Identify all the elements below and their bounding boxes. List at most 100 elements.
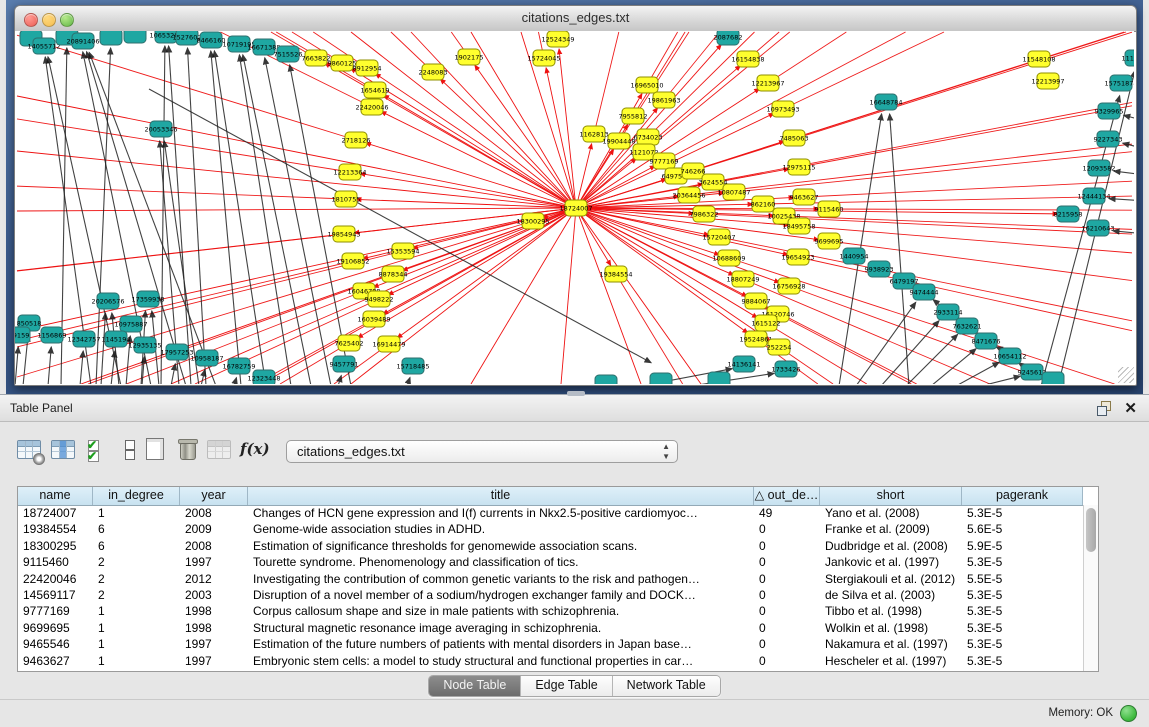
close-panel-icon[interactable]: ✕ (1124, 399, 1137, 417)
graph-node[interactable]: 2933114 (934, 304, 963, 320)
citation-edge-black[interactable] (1114, 171, 1134, 175)
graph-node[interactable] (124, 31, 146, 43)
table-cell[interactable]: 0 (754, 653, 820, 669)
column-header-out_de[interactable]: △ out_de… (754, 487, 820, 505)
graph-node[interactable]: 14136141 (727, 356, 760, 372)
citation-edge-black[interactable] (15, 347, 18, 384)
graph-node[interactable]: 19384554 (599, 266, 632, 282)
table-cell[interactable]: 0 (754, 620, 820, 636)
graph-node[interactable]: 9115460 (815, 201, 844, 217)
graph-node[interactable]: 252254 (767, 339, 792, 355)
graph-node[interactable]: 7955812 (619, 108, 648, 124)
graph-node[interactable]: 7986322 (690, 206, 719, 222)
graph-node[interactable]: 19654923 (781, 249, 814, 265)
table-cell[interactable]: Nakamura et al. (1997) (820, 636, 962, 652)
table-cell[interactable]: 5.3E-5 (962, 620, 1083, 636)
network-canvas[interactable]: 1872400718300295193845547663822986012589… (15, 31, 1134, 384)
table-cell[interactable]: 0 (754, 521, 820, 537)
table-cell[interactable]: 9465546 (18, 636, 93, 652)
graph-node[interactable]: 15751874 (1104, 75, 1134, 91)
table-cell[interactable]: 1998 (180, 603, 248, 619)
table-cell[interactable]: 5.3E-5 (962, 636, 1083, 652)
tab-node-table[interactable]: Node Table (429, 676, 521, 696)
tab-edge-table[interactable]: Edge Table (521, 676, 612, 696)
citation-edge-black[interactable] (201, 370, 205, 384)
graph-node[interactable] (708, 372, 730, 384)
table-row[interactable]: 969969511998Structural magnetic resonanc… (18, 620, 1083, 636)
table-cell[interactable]: Tibbo et al. (1998) (820, 603, 962, 619)
graph-node[interactable]: 1615122 (752, 315, 781, 331)
table-cell[interactable]: 5.3E-5 (962, 653, 1083, 669)
table-settings-icon[interactable] (16, 436, 44, 464)
graph-node[interactable]: 16914479 (372, 336, 405, 352)
table-cell[interactable]: 1 (93, 603, 180, 619)
table-cell[interactable]: Wolkin et al. (1998) (820, 620, 962, 636)
table-cell[interactable]: 5.6E-5 (962, 521, 1083, 537)
citation-edge-black[interactable] (149, 89, 651, 363)
graph-node[interactable]: 1810755 (332, 191, 361, 207)
citation-edge-black[interactable] (239, 55, 291, 384)
create-new-table-icon[interactable] (142, 436, 170, 464)
clear-selection-icon[interactable] (116, 436, 144, 464)
graph-node[interactable]: 7663822 (302, 50, 331, 66)
graph-node[interactable]: 16154838 (731, 51, 764, 67)
citation-edge-red[interactable] (356, 199, 576, 208)
graph-node[interactable] (100, 31, 122, 45)
table-cell[interactable]: 14569117 (18, 587, 93, 603)
graph-node[interactable]: 1440954 (840, 248, 869, 264)
graph-node[interactable]: 1117195 (1122, 50, 1134, 66)
table-row[interactable]: 911546021997Tourette syndrome. Phenomeno… (18, 554, 1083, 570)
citation-edge-black[interactable] (691, 373, 774, 384)
graph-node[interactable]: 2248083 (419, 64, 448, 80)
citation-edge-black[interactable] (956, 362, 999, 384)
graph-node[interactable] (650, 373, 672, 384)
graph-node[interactable]: 746266 (681, 163, 706, 179)
table-cell[interactable]: 2012 (180, 571, 248, 587)
table-cell[interactable]: 0 (754, 603, 820, 619)
tab-network-table[interactable]: Network Table (613, 676, 720, 696)
graph-node[interactable]: 20053346 (144, 121, 177, 137)
function-builder-icon[interactable]: f(x) (240, 436, 268, 464)
table-cell[interactable]: 6 (93, 538, 180, 554)
table-row[interactable]: 946362711997Embryonic stem cells: a mode… (18, 653, 1083, 669)
table-row[interactable]: 977716911998Corpus callosum shape and si… (18, 603, 1083, 619)
select-columns-icon[interactable] (50, 436, 78, 464)
memory-status-indicator-icon[interactable] (1120, 705, 1137, 722)
table-cell[interactable]: 9463627 (18, 653, 93, 669)
table-cell[interactable]: Investigating the contribution of common… (248, 571, 754, 587)
graph-node[interactable]: 12213997 (1031, 73, 1064, 89)
table-cell[interactable]: Dudbridge et al. (2008) (820, 538, 962, 554)
table-cell[interactable]: 0 (754, 554, 820, 570)
table-cell[interactable]: Franke et al. (2009) (820, 521, 962, 537)
graph-node[interactable] (595, 375, 617, 384)
table-cell[interactable]: 0 (754, 636, 820, 652)
table-cell[interactable]: 0 (754, 571, 820, 587)
column-header-in_degree[interactable]: in_degree (93, 487, 180, 505)
import-table-icon[interactable] (206, 436, 234, 464)
table-cell[interactable]: 18724007 (18, 505, 93, 521)
table-cell[interactable]: Tourette syndrome. Phenomenology and cla… (248, 554, 754, 570)
table-cell[interactable]: 5.3E-5 (962, 603, 1083, 619)
graph-node[interactable]: 19854943 (327, 226, 360, 242)
graph-node[interactable]: 12323448 (247, 370, 280, 384)
table-cell[interactable]: Changes of HCN gene expression and I(f) … (248, 505, 754, 521)
table-row[interactable]: 1872400712008Changes of HCN gene express… (18, 505, 1083, 521)
graph-node[interactable]: 1145194 (102, 331, 131, 347)
citation-edge-black[interactable] (1123, 143, 1134, 149)
graph-node[interactable]: 10975887 (114, 316, 147, 332)
graph-node[interactable]: 9699695 (815, 233, 844, 249)
column-header-year[interactable]: year (180, 487, 248, 505)
graph-node[interactable]: 9498222 (365, 291, 394, 307)
graph-node[interactable]: 1654619 (361, 82, 390, 98)
graph-node[interactable]: 7485063 (780, 130, 809, 146)
graph-node[interactable]: 15724045 (527, 50, 560, 66)
table-cell[interactable]: Stergiakouli et al. (2012) (820, 571, 962, 587)
table-cell[interactable]: 9115460 (18, 554, 93, 570)
citation-edge-black[interactable] (234, 378, 236, 384)
graph-node[interactable]: 8471676 (972, 333, 1001, 349)
graph-node[interactable]: 16039489 (357, 311, 390, 327)
graph-node[interactable]: 6734023 (634, 129, 663, 145)
graph-node[interactable]: 9463627 (790, 189, 819, 205)
graph-node[interactable]: 11548108 (1022, 51, 1055, 67)
table-cell[interactable]: Yano et al. (2008) (820, 505, 962, 521)
